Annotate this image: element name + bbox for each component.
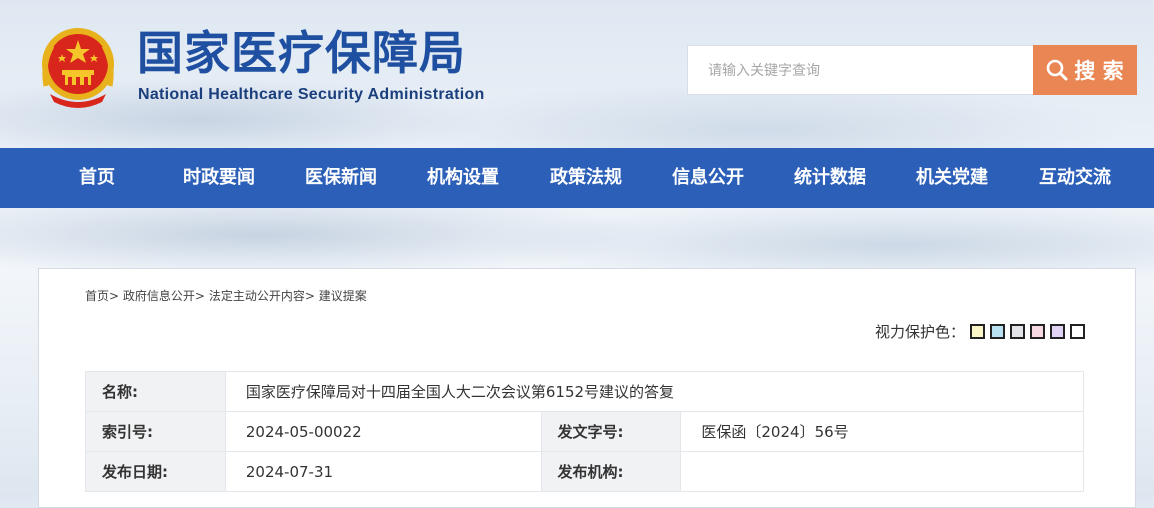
index-label: 索引号: bbox=[85, 411, 226, 452]
breadcrumb-proposals[interactable]: 建议提案 bbox=[319, 289, 367, 303]
doc-number-label: 发文字号: bbox=[540, 411, 682, 452]
main-nav: 首页 时政要闻 医保新闻 机构设置 政策法规 信息公开 统计数据 机关党建 互动… bbox=[0, 148, 1154, 208]
nav-item-party[interactable]: 机关党建 bbox=[916, 148, 988, 208]
table-row: 发布日期: 2024-07-31 发布机构: bbox=[85, 451, 1084, 492]
document-info-table: 名称: 国家医疗保障局对十四届全国人大二次会议第6152号建议的答复 索引号: … bbox=[85, 371, 1085, 492]
nav-item-policy[interactable]: 政策法规 bbox=[550, 148, 622, 208]
breadcrumb-home[interactable]: 首页 bbox=[85, 289, 109, 303]
site-title: 国家医疗保障局 bbox=[137, 26, 466, 80]
color-swatch-blue[interactable] bbox=[990, 324, 1006, 339]
breadcrumb-separator: > bbox=[194, 289, 205, 303]
nav-item-politics[interactable]: 时政要闻 bbox=[183, 148, 255, 208]
doc-number-value: 医保函〔2024〕56号 bbox=[680, 411, 1084, 452]
vision-protect-control: 视力保护色： bbox=[875, 321, 1086, 342]
publish-org-label: 发布机构: bbox=[540, 451, 682, 492]
vision-protect-label: 视力保护色： bbox=[875, 323, 966, 341]
breadcrumb-separator: > bbox=[304, 289, 315, 303]
color-swatch-yellow[interactable] bbox=[970, 324, 986, 339]
search-bar: 搜 索 bbox=[687, 45, 1137, 95]
table-row: 名称: 国家医疗保障局对十四届全国人大二次会议第6152号建议的答复 bbox=[85, 371, 1085, 412]
table-row: 索引号: 2024-05-00022 发文字号: 医保函〔2024〕56号 bbox=[85, 411, 1084, 452]
nav-item-news[interactable]: 医保新闻 bbox=[305, 148, 377, 208]
color-swatch-gray[interactable] bbox=[1010, 324, 1026, 339]
color-swatch-white[interactable] bbox=[1070, 324, 1086, 339]
nav-item-statistics[interactable]: 统计数据 bbox=[794, 148, 866, 208]
publish-date-label: 发布日期: bbox=[85, 451, 226, 492]
content-panel: 首页> 政府信息公开> 法定主动公开内容> 建议提案 视力保护色： 名称: 国家… bbox=[38, 268, 1136, 508]
search-button[interactable]: 搜 索 bbox=[1033, 45, 1137, 95]
color-swatch-pink[interactable] bbox=[1030, 324, 1046, 339]
breadcrumb: 首页> 政府信息公开> 法定主动公开内容> 建议提案 bbox=[85, 287, 367, 304]
site-title-english: National Healthcare Security Administrat… bbox=[138, 86, 485, 103]
nav-item-disclosure[interactable]: 信息公开 bbox=[672, 148, 744, 208]
breadcrumb-gov-info[interactable]: 政府信息公开 bbox=[123, 289, 195, 303]
publish-org-value bbox=[680, 451, 1084, 492]
breadcrumb-mandatory-disclosure[interactable]: 法定主动公开内容 bbox=[209, 289, 305, 303]
breadcrumb-separator: > bbox=[109, 289, 120, 303]
nav-item-organization[interactable]: 机构设置 bbox=[427, 148, 499, 208]
nav-item-home[interactable]: 首页 bbox=[79, 148, 115, 208]
name-value: 国家医疗保障局对十四届全国人大二次会议第6152号建议的答复 bbox=[224, 371, 1085, 412]
color-swatch-purple[interactable] bbox=[1050, 324, 1066, 339]
search-input[interactable] bbox=[687, 45, 1033, 95]
index-value: 2024-05-00022 bbox=[224, 411, 542, 452]
name-label: 名称: bbox=[85, 371, 226, 412]
search-icon bbox=[1046, 59, 1068, 81]
nav-item-interaction[interactable]: 互动交流 bbox=[1039, 148, 1111, 208]
search-button-label: 搜 索 bbox=[1074, 59, 1124, 83]
national-emblem-icon bbox=[36, 24, 120, 110]
publish-date-value: 2024-07-31 bbox=[224, 451, 542, 492]
